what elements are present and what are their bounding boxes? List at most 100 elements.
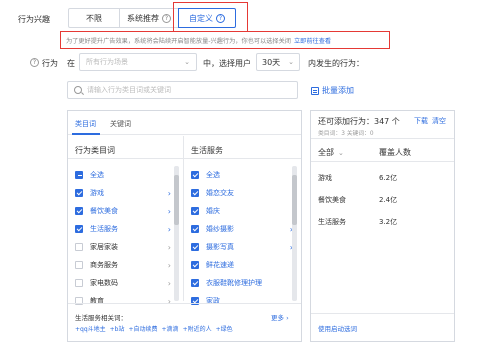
- checkbox[interactable]: [75, 171, 83, 179]
- selected-row-coverage: 3.2亿: [379, 218, 398, 226]
- selected-row-coverage: 6.2亿: [379, 174, 398, 182]
- notice-text: 为了更好提升广告效果，系统将会陆续开启智能放量-兴趣行为，你也可以选择关闭: [66, 38, 291, 45]
- checkbox[interactable]: [191, 171, 199, 179]
- category-item[interactable]: 生活服务 ›: [75, 220, 171, 238]
- batch-add-icon: [311, 86, 319, 95]
- checkbox[interactable]: [191, 189, 199, 197]
- category-item-label: 商务服务: [90, 261, 118, 269]
- behavior-picker-panel: 类目词 关键词 行为类目词 生活服务 全选 游戏 › 餐饮美食 › 生活服务 › 家居家装 › 商…: [67, 110, 302, 342]
- chevron-right-icon[interactable]: ›: [168, 189, 171, 198]
- filter-all-dropdown[interactable]: 全部 ⌄: [318, 147, 344, 158]
- tab-keywords[interactable]: 关键词: [110, 119, 131, 129]
- checkbox[interactable]: [191, 279, 199, 287]
- subcategory-item[interactable]: 婚庆: [191, 202, 293, 220]
- subcategory-item[interactable]: 摄影写真›: [191, 238, 293, 256]
- subcategory-item-label: 婚纱摄影: [206, 225, 234, 233]
- subcategory-item[interactable]: 鲜花速递: [191, 256, 293, 274]
- remaining-count-title: 还可添加行为：347 个: [318, 117, 400, 126]
- selected-summary-panel: 还可添加行为：347 个 下载 清空 类目词：3 关键词：0 全部 ⌄ 覆盖人数 …: [310, 110, 455, 342]
- behavior-scene-select[interactable]: 所有行为场景 ⌄: [79, 53, 197, 71]
- download-link[interactable]: 下载: [414, 116, 428, 126]
- checkbox[interactable]: [75, 225, 83, 233]
- days-value: 30天: [262, 57, 281, 67]
- category-item[interactable]: 商务服务 ›: [75, 256, 171, 274]
- chevron-down-icon: ⌄: [288, 58, 294, 66]
- category-item-label: 全选: [90, 171, 104, 179]
- search-icon: [74, 86, 82, 94]
- in-label: 在: [67, 59, 75, 68]
- filter-all-label: 全部: [318, 148, 334, 157]
- behavior-label: 行为: [42, 59, 58, 68]
- checkbox[interactable]: [75, 207, 83, 215]
- right-scrollbar-thumb[interactable]: [292, 175, 297, 225]
- checkbox[interactable]: [191, 261, 199, 269]
- category-item[interactable]: 家电数码 ›: [75, 274, 171, 292]
- checkbox[interactable]: [191, 207, 199, 215]
- chevron-right-icon[interactable]: ›: [168, 279, 171, 288]
- subcategory-item[interactable]: 婚恋交友: [191, 184, 293, 202]
- chevron-right-icon[interactable]: ›: [168, 207, 171, 216]
- header-divider: [68, 158, 301, 159]
- related-word-tag[interactable]: +附近的人: [183, 326, 212, 333]
- subcategory-item-label: 婚恋交友: [206, 189, 234, 197]
- category-item[interactable]: 游戏 ›: [75, 184, 171, 202]
- checkbox[interactable]: [75, 189, 83, 197]
- category-item[interactable]: 餐饮美食 ›: [75, 202, 171, 220]
- chevron-right-icon[interactable]: ›: [168, 261, 171, 270]
- subcategory-list: 全选婚恋交友婚庆婚纱摄影›摄影写真›鲜花速递衣服鞋靴修理护理家政: [191, 166, 293, 310]
- selected-counts: 类目词：3 关键词：0: [318, 131, 374, 137]
- subcategory-item[interactable]: 衣服鞋靴修理护理: [191, 274, 293, 292]
- option-unlimited-button[interactable]: 不限: [68, 8, 120, 28]
- days-select[interactable]: 30天 ⌄: [256, 53, 300, 71]
- selected-row-coverage: 2.4亿: [379, 196, 398, 204]
- select-user-label: 中，选择用户: [203, 59, 251, 68]
- left-column-header: 行为类目词: [75, 146, 115, 155]
- subcategory-item-label: 衣服鞋靴修理护理: [206, 279, 262, 287]
- keyword-search-input[interactable]: 请输入行为类目词或关键词: [67, 81, 298, 99]
- clear-link[interactable]: 清空: [432, 116, 446, 126]
- subcategory-item-label: 鲜花速递: [206, 261, 234, 269]
- subcategory-item-label: 全选: [206, 171, 220, 179]
- picker-tabs: 类目词 关键词: [68, 111, 301, 135]
- chevron-down-icon: ⌄: [184, 58, 190, 66]
- selected-row: 餐饮美食 2.4亿: [318, 191, 448, 209]
- behavior-scene-placeholder: 所有行为场景: [86, 58, 128, 66]
- subcategory-item[interactable]: 全选: [191, 166, 293, 184]
- option-system-recommend-button[interactable]: 系统推荐?: [119, 8, 179, 28]
- subcategory-item[interactable]: 婚纱摄影›: [191, 220, 293, 238]
- batch-add-button[interactable]: 批量添加: [311, 85, 354, 96]
- checkbox[interactable]: [75, 279, 83, 287]
- category-item[interactable]: 全选: [75, 166, 171, 184]
- related-words-title: 生活服务相关词：: [75, 314, 127, 322]
- chevron-right-icon[interactable]: ›: [168, 225, 171, 234]
- help-icon[interactable]: ?: [162, 13, 171, 23]
- category-item-label: 家居家装: [90, 243, 118, 251]
- related-word-tag[interactable]: +绿色: [216, 326, 233, 333]
- related-word-tag[interactable]: +滴滴: [162, 326, 179, 333]
- related-words-tags: +qq斗地主 +b站 +自动续费 +滴滴 +附近的人 +绿色: [75, 324, 237, 333]
- subcategory-item-label: 婚庆: [206, 207, 220, 215]
- use-suggested-words-link[interactable]: 使用启动选词: [318, 323, 357, 333]
- category-item-label: 家电数码: [90, 279, 118, 287]
- related-words-more-link[interactable]: 更多 ›: [271, 312, 289, 322]
- checkbox[interactable]: [75, 261, 83, 269]
- related-words-footer: 生活服务相关词： 更多 › +qq斗地主 +b站 +自动续费 +滴滴 +附近的人 +绿色: [68, 303, 301, 343]
- behavior-tail-label: 内发生的行为：: [308, 59, 364, 68]
- checkbox[interactable]: [191, 225, 199, 233]
- checkbox[interactable]: [75, 243, 83, 251]
- option-system-recommend-label: 系统推荐: [127, 13, 159, 23]
- related-word-tag[interactable]: +自动续费: [129, 326, 158, 333]
- related-word-tag[interactable]: +b站: [110, 326, 125, 333]
- active-tab-indicator: [72, 133, 100, 135]
- left-scrollbar-thumb[interactable]: [174, 175, 179, 225]
- subcategory-item-label: 摄影写真: [206, 243, 234, 251]
- behavior-help-icon[interactable]: ?: [30, 58, 39, 67]
- related-word-tag[interactable]: +qq斗地主: [75, 326, 106, 333]
- tab-category-words[interactable]: 类目词: [75, 119, 96, 129]
- summary-header-divider: [311, 161, 454, 162]
- chevron-right-icon[interactable]: ›: [168, 243, 171, 252]
- notice-view-link[interactable]: 立即前往查看: [294, 38, 331, 45]
- category-item[interactable]: 家居家装 ›: [75, 238, 171, 256]
- checkbox[interactable]: [191, 243, 199, 251]
- smart-expansion-notice: 为了更好提升广告效果，系统将会陆续开启智能放量-兴趣行为，你也可以选择关闭 立即前…: [66, 36, 331, 45]
